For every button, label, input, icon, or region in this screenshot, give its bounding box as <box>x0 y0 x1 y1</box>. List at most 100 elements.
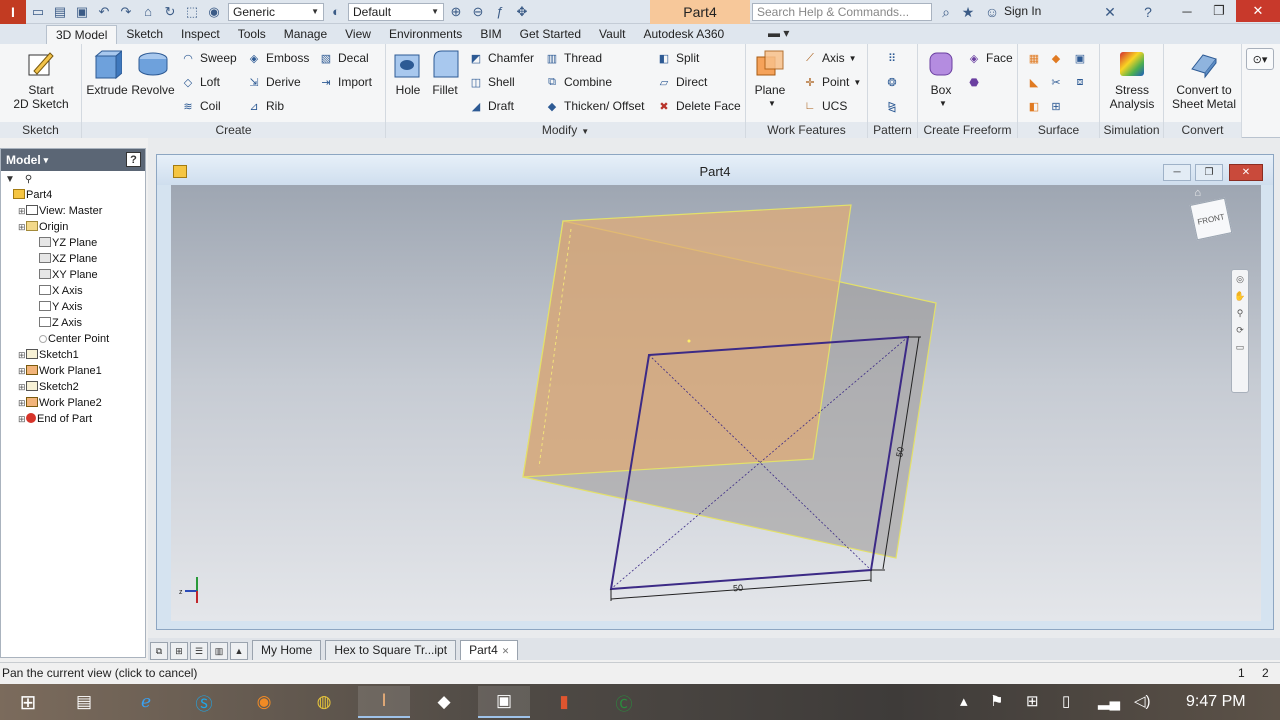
tab-bim[interactable]: BIM <box>471 25 510 44</box>
tab-autodesk-a360[interactable]: Autodesk A360 <box>635 25 734 44</box>
clear-icon[interactable]: ⊖ <box>468 3 488 21</box>
zoom-icon[interactable]: ⚲ <box>1237 308 1244 319</box>
minimize-icon[interactable]: ─ <box>1170 0 1204 22</box>
new-icon[interactable]: ▭ <box>28 3 48 21</box>
sign-in-link[interactable]: Sign In <box>1004 4 1041 18</box>
loft-button[interactable]: ◇ Loft <box>180 72 220 92</box>
thread-button[interactable]: ▥ Thread <box>544 48 602 68</box>
draft-button[interactable]: ◢ Draft <box>468 96 514 116</box>
import-button[interactable]: ⇥ Import <box>318 72 372 92</box>
tree-item[interactable]: ⊞ Work Plane1 <box>1 363 145 379</box>
find-icon[interactable]: ⚲ <box>25 174 32 185</box>
viewcube[interactable]: FRONT <box>1189 197 1233 241</box>
mirror-button[interactable]: ⧎ <box>884 96 904 116</box>
decal-button[interactable]: ▧ Decal <box>318 48 369 68</box>
open-icon[interactable]: ▤ <box>50 3 70 21</box>
flag-icon[interactable]: ⚑ <box>990 692 1003 710</box>
tree-item[interactable]: ⊞ End of Part <box>1 411 145 427</box>
windows-start-icon[interactable]: ⊞ <box>0 686 56 718</box>
look-at-icon[interactable]: ▭ <box>1236 342 1245 353</box>
expand-icon[interactable]: ⊞ <box>18 411 26 427</box>
move-icon[interactable]: ✥ <box>512 3 532 21</box>
sculpt-button[interactable]: ▣ <box>1072 48 1092 68</box>
rib-button[interactable]: ⊿ Rib <box>246 96 284 116</box>
stress-analysis-button[interactable]: Stress Analysis <box>1104 48 1160 111</box>
doc-tab-hex-to-square[interactable]: Hex to Square Tr...ipt <box>325 640 457 660</box>
expand-icon[interactable]: ⊞ <box>18 363 26 379</box>
delete-face-button[interactable]: ✖ Delete Face <box>656 96 740 116</box>
face-button[interactable]: ◈ Face <box>966 48 1013 68</box>
captivate-icon[interactable]: Ⓒ <box>598 686 650 718</box>
tree-item[interactable]: Part4 <box>1 187 145 203</box>
tree-item[interactable]: XY Plane <box>1 267 145 283</box>
pan-icon[interactable]: ✋ <box>1234 291 1245 302</box>
hole-button[interactable]: Hole <box>390 48 426 97</box>
circular-pattern-button[interactable]: ❂ <box>884 72 904 92</box>
chevron-up-icon[interactable]: ▲ <box>230 642 248 660</box>
tab-sketch[interactable]: Sketch <box>117 25 172 44</box>
ribbon-options-icon[interactable]: ▬ ▾ <box>768 26 789 40</box>
3d-viewport[interactable]: 50 50 ⌂ FRONT ◎ ✋ ⚲ ⟳ ▭ z <box>171 185 1261 621</box>
tile-horizontal-icon[interactable]: ☰ <box>190 642 208 660</box>
appearance-select[interactable]: Default ▼ <box>348 2 444 21</box>
tab-environments[interactable]: Environments <box>380 25 471 44</box>
app-icon-red[interactable]: ▮ <box>538 686 590 718</box>
user-icon[interactable]: ☺ <box>982 2 1002 22</box>
update-icon[interactable]: ↻ <box>160 3 180 21</box>
stitch-button[interactable]: ▦ <box>1026 48 1046 68</box>
replace-face-button[interactable]: ◧ <box>1026 96 1046 116</box>
restore-icon[interactable]: ❐ <box>1195 164 1223 181</box>
panel-title-modify[interactable]: Modify ▼ <box>386 122 745 138</box>
tab-get-started[interactable]: Get Started <box>511 25 590 44</box>
restore-icon[interactable]: ❐ <box>1202 0 1236 22</box>
tab-3d-model[interactable]: 3D Model <box>46 25 118 44</box>
tree-item[interactable]: ⊞ Sketch2 <box>1 379 145 395</box>
split-button[interactable]: ◧ Split <box>656 48 700 68</box>
coil-button[interactable]: ≋ Coil <box>180 96 220 116</box>
help-icon[interactable]: ? <box>1138 2 1158 22</box>
expand-icon[interactable]: ⊞ <box>18 219 26 235</box>
tree-item[interactable]: Y Axis <box>1 299 145 315</box>
close-icon[interactable]: ✕ <box>502 646 510 656</box>
tab-vault[interactable]: Vault <box>590 25 634 44</box>
ribbon-expand-button[interactable]: ⊙▾ <box>1246 48 1274 70</box>
ruled-surface-button[interactable]: ◣ <box>1026 72 1046 92</box>
thicken-offset-button[interactable]: ◆ Thicken/ Offset <box>544 96 645 116</box>
tree-item[interactable]: Z Axis <box>1 315 145 331</box>
function-icon[interactable]: ƒ <box>490 3 510 21</box>
volume-icon[interactable]: ◁) <box>1134 692 1151 710</box>
undo-icon[interactable]: ↶ <box>94 3 114 21</box>
adjust-icon[interactable]: ⊕ <box>446 3 466 21</box>
skype-icon[interactable]: Ⓢ <box>178 686 230 718</box>
file-explorer-icon[interactable]: ▤ <box>58 686 110 718</box>
exchange-icon[interactable]: ✕ <box>1100 2 1120 22</box>
app-icon-window[interactable]: ▣ <box>478 686 530 718</box>
tab-inspect[interactable]: Inspect <box>172 25 229 44</box>
cascade-icon[interactable]: ⧉ <box>150 642 168 660</box>
expand-icon[interactable]: ⊞ <box>18 203 26 219</box>
tab-tools[interactable]: Tools <box>229 25 275 44</box>
trim-button[interactable]: ✂ <box>1048 72 1068 92</box>
dimension-horizontal[interactable]: 50 <box>733 583 744 594</box>
doc-tab-part4[interactable]: Part4 ✕ <box>460 640 519 660</box>
chrome-icon[interactable]: ◍ <box>298 686 350 718</box>
chamfer-button[interactable]: ◩ Chamfer <box>468 48 534 68</box>
home-icon[interactable]: ⌂ <box>138 3 158 21</box>
app-icon-diamond[interactable]: ◆ <box>418 686 470 718</box>
sweep-button[interactable]: ◠ Sweep <box>180 48 237 68</box>
extrude-button[interactable]: Extrude <box>86 48 128 97</box>
material-select[interactable]: Generic ▼ <box>228 2 324 21</box>
search-input[interactable]: Search Help & Commands... <box>752 3 932 21</box>
filter-icon[interactable]: ▼ <box>5 174 15 185</box>
derive-button[interactable]: ⇲ Derive <box>246 72 300 92</box>
patch-button[interactable]: ◆ <box>1048 48 1068 68</box>
tree-item[interactable]: ⊞ Origin <box>1 219 145 235</box>
tab-view[interactable]: View <box>336 25 380 44</box>
rectangular-pattern-button[interactable]: ⠿ <box>884 48 904 68</box>
doc-tab-my-home[interactable]: My Home <box>252 640 322 660</box>
network-icon[interactable]: ▂▄ <box>1098 692 1120 710</box>
star-icon[interactable]: ★ <box>958 2 978 22</box>
browser-header[interactable]: Model ▾ ? <box>1 149 145 171</box>
save-icon[interactable]: ▣ <box>72 3 92 21</box>
box-button[interactable]: Box ▼ <box>924 48 958 111</box>
